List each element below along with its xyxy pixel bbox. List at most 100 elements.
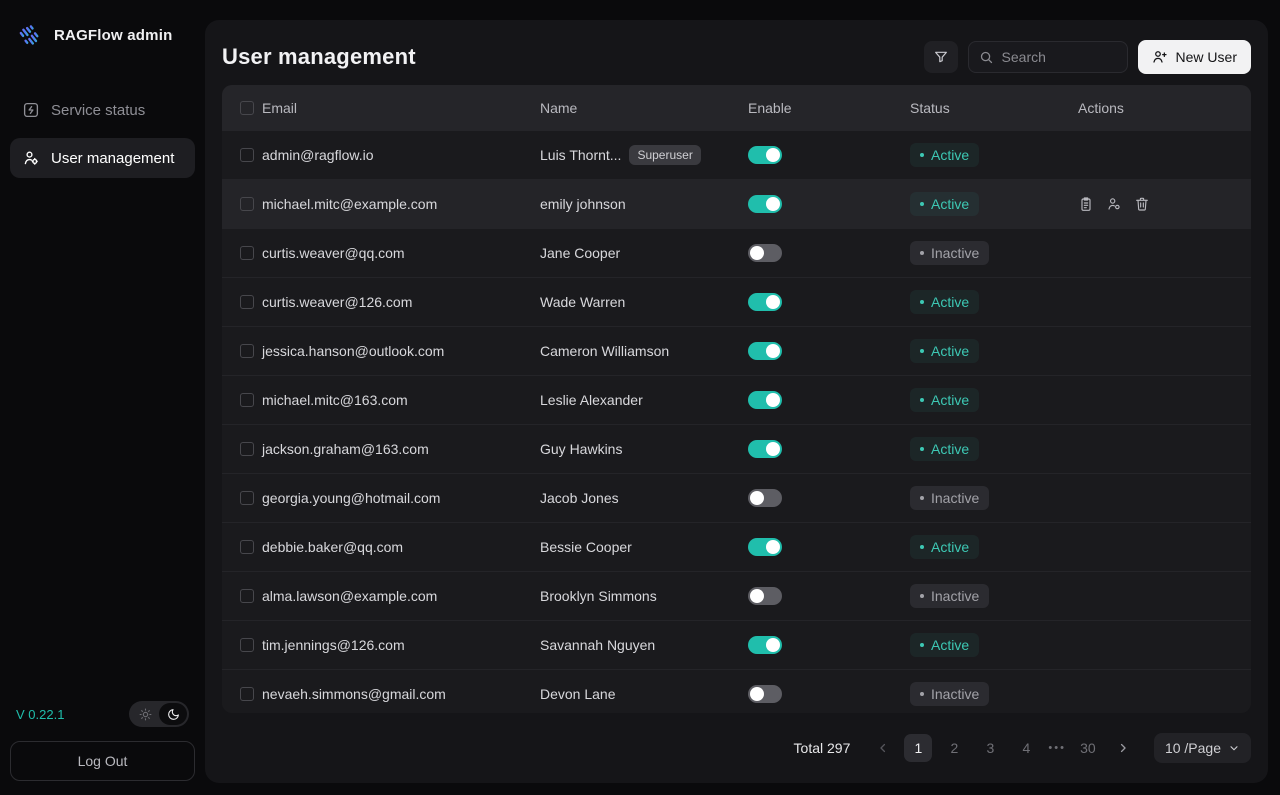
sidebar-item-user-management[interactable]: User management (10, 138, 195, 178)
logout-button[interactable]: Log Out (10, 741, 195, 781)
table-row[interactable]: admin@ragflow.io Luis Thornt... Superuse… (222, 131, 1251, 180)
enable-toggle[interactable] (748, 685, 782, 703)
row-email: admin@ragflow.io (262, 147, 374, 163)
sun-icon[interactable] (131, 703, 159, 725)
status-dot-icon (920, 643, 924, 647)
row-name: Brooklyn Simmons (540, 588, 657, 604)
logs-icon[interactable] (1078, 196, 1094, 212)
enable-toggle[interactable] (748, 342, 782, 360)
table-row[interactable]: michael.mitc@example.com emily johnson A… (222, 180, 1251, 229)
enable-toggle[interactable] (748, 538, 782, 556)
table-row[interactable]: tim.jennings@126.com Savannah Nguyen Act… (222, 621, 1251, 670)
row-checkbox[interactable] (240, 393, 254, 407)
table-row[interactable]: curtis.weaver@qq.com Jane Cooper Inactiv… (222, 229, 1251, 278)
status-label: Active (931, 343, 970, 359)
enable-toggle[interactable] (748, 489, 782, 507)
row-checkbox[interactable] (240, 589, 254, 603)
enable-toggle[interactable] (748, 587, 782, 605)
sidebar-item-service-status[interactable]: Service status (10, 90, 195, 130)
status-badge: Inactive (910, 486, 990, 510)
page-title: User management (222, 44, 416, 69)
table-row[interactable]: curtis.weaver@126.com Wade Warren Active (222, 278, 1251, 327)
status-dot-icon (920, 300, 924, 304)
table-row[interactable]: debbie.baker@qq.com Bessie Cooper Active (222, 523, 1251, 572)
status-badge: Active (910, 437, 980, 461)
search-input[interactable] (1001, 49, 1117, 65)
theme-toggle[interactable] (129, 701, 189, 727)
column-header-email: Email (262, 100, 298, 116)
user-settings-icon (22, 149, 40, 167)
column-header-status: Status (910, 100, 950, 116)
next-page-button[interactable] (1110, 735, 1136, 761)
row-checkbox[interactable] (240, 540, 254, 554)
enable-toggle[interactable] (748, 293, 782, 311)
status-dot-icon (920, 349, 924, 353)
row-checkbox[interactable] (240, 295, 254, 309)
page-button[interactable]: 3 (976, 734, 1004, 762)
enable-toggle[interactable] (748, 146, 782, 164)
row-checkbox[interactable] (240, 197, 254, 211)
enable-toggle[interactable] (748, 195, 782, 213)
search-box (967, 41, 1128, 73)
status-dot-icon (920, 594, 924, 598)
row-name: Devon Lane (540, 686, 616, 702)
page-button[interactable]: 4 (1012, 734, 1040, 762)
page-button[interactable]: 2 (940, 734, 968, 762)
brand-name: RAGFlow admin (54, 26, 173, 44)
row-name: Leslie Alexander (540, 392, 643, 408)
row-checkbox[interactable] (240, 246, 254, 260)
row-email: tim.jennings@126.com (262, 637, 405, 653)
enable-toggle[interactable] (748, 636, 782, 654)
row-checkbox[interactable] (240, 638, 254, 652)
table-row[interactable]: nevaeh.simmons@gmail.com Devon Lane Inac… (222, 670, 1251, 713)
page-button-last[interactable]: 30 (1074, 734, 1102, 762)
row-checkbox[interactable] (240, 442, 254, 456)
page-size-select[interactable]: 10 /Page (1153, 733, 1251, 763)
brand: RAGFlow admin (10, 22, 195, 48)
row-checkbox[interactable] (240, 687, 254, 701)
row-name: emily johnson (540, 196, 626, 212)
enable-toggle[interactable] (748, 440, 782, 458)
delete-icon[interactable] (1134, 196, 1150, 212)
select-all-checkbox[interactable] (240, 101, 254, 115)
filter-button[interactable] (923, 41, 958, 73)
table-row[interactable]: alma.lawson@example.com Brooklyn Simmons… (222, 572, 1251, 621)
status-badge: Active (910, 633, 980, 657)
status-dot-icon (920, 202, 924, 206)
table-body: admin@ragflow.io Luis Thornt... Superuse… (222, 131, 1251, 713)
enable-toggle[interactable] (748, 244, 782, 262)
table-row[interactable]: jessica.hanson@outlook.com Cameron Willi… (222, 327, 1251, 376)
row-checkbox[interactable] (240, 491, 254, 505)
table-row[interactable]: michael.mitc@163.com Leslie Alexander Ac… (222, 376, 1251, 425)
status-label: Active (931, 196, 970, 212)
version-label: V 0.22.1 (16, 706, 65, 722)
sidebar-item-label: Service status (51, 101, 146, 119)
row-checkbox[interactable] (240, 148, 254, 162)
row-email: jackson.graham@163.com (262, 441, 429, 457)
user-settings-icon[interactable] (1106, 196, 1122, 212)
status-label: Inactive (931, 588, 980, 604)
column-header-actions: Actions (1078, 100, 1124, 116)
page-size-label: 10 /Page (1164, 740, 1221, 756)
previous-page-button[interactable] (870, 735, 896, 761)
pager-ellipsis[interactable]: ••• (1048, 742, 1066, 754)
row-email: alma.lawson@example.com (262, 588, 438, 604)
status-badge: Active (910, 143, 980, 167)
row-email: debbie.baker@qq.com (262, 539, 404, 555)
sidebar-item-label: User management (51, 149, 175, 167)
status-label: Active (931, 441, 970, 457)
enable-toggle[interactable] (748, 391, 782, 409)
status-badge: Active (910, 339, 980, 363)
page-button[interactable]: 1 (904, 734, 933, 762)
moon-icon[interactable] (159, 703, 187, 725)
table-row[interactable]: jackson.graham@163.com Guy Hawkins Activ… (222, 425, 1251, 474)
status-label: Active (931, 294, 970, 310)
row-checkbox[interactable] (240, 344, 254, 358)
row-email: georgia.young@hotmail.com (262, 490, 441, 506)
new-user-button[interactable]: New User (1137, 40, 1251, 74)
table-row[interactable]: georgia.young@hotmail.com Jacob Jones In… (222, 474, 1251, 523)
sidebar-menu: Service status User management (10, 90, 195, 178)
square-zap-icon (22, 101, 40, 119)
user-table: Email Name Enable Status Actions admin@r… (222, 85, 1251, 713)
status-label: Inactive (931, 245, 980, 261)
